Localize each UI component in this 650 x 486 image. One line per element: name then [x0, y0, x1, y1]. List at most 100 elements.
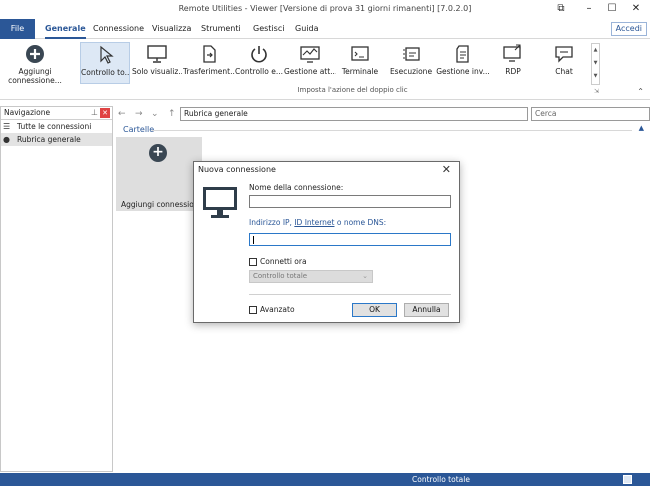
status-panel-icon[interactable] — [623, 475, 632, 484]
add-connection-tile[interactable]: + Aggiungi connessione... — [116, 137, 210, 211]
mode-chat[interactable]: Chat — [544, 42, 584, 84]
mode-label: Chat — [555, 67, 573, 76]
section-divider — [152, 130, 632, 131]
connect-now-label: Connetti ora — [260, 257, 307, 266]
mode-power-control[interactable]: Controllo e... — [235, 42, 283, 84]
nav-item-address-book[interactable]: ● Rubrica generale — [1, 133, 112, 146]
minimize-button[interactable]: – — [577, 2, 601, 16]
cancel-button[interactable]: Annulla — [404, 303, 449, 317]
tab-strumenti[interactable]: Strumenti — [201, 19, 241, 39]
restore-icon[interactable]: ⧉ — [549, 2, 573, 16]
file-menu[interactable]: File — [0, 19, 35, 39]
navigation-header: Navigazione ⊥ ✕ — [1, 107, 112, 120]
address-bar: ← → ⌄ ↑ Rubrica generale — [118, 107, 528, 122]
address-book-icon: ● — [3, 135, 10, 144]
mode-label: Gestione inv... — [436, 67, 490, 76]
mode-label: RDP — [505, 67, 521, 76]
collapse-section-icon[interactable]: ▲ — [639, 124, 644, 132]
file-transfer-icon — [203, 45, 216, 63]
up-arrow-icon[interactable]: ↑ — [168, 107, 176, 122]
connection-mode-select: Controllo totale ⌄ — [249, 270, 373, 283]
nav-item-all-connections[interactable]: ☰ Tutte le connessioni — [1, 120, 112, 133]
tab-gestisci[interactable]: Gestisci — [253, 19, 284, 39]
ribbon-gallery-scroll[interactable]: ▲ ▼ ▼ — [591, 43, 600, 85]
forward-arrow-icon[interactable]: → — [135, 107, 143, 122]
collapse-ribbon-icon[interactable]: ⌃ — [637, 87, 644, 96]
add-connection-label: Aggiungi connessione... — [8, 67, 62, 85]
close-icon[interactable]: ✕ — [442, 163, 451, 176]
terminal-icon — [351, 46, 369, 61]
status-bar: Controllo totale — [0, 473, 650, 486]
mode-full-control[interactable]: Controllo to... — [80, 42, 130, 84]
address-label-text: o nome DNS: — [334, 218, 387, 227]
rdp-icon — [503, 44, 521, 62]
mode-file-transfer[interactable]: Trasferiment... — [183, 42, 235, 84]
history-dropdown-icon[interactable]: ⌄ — [151, 107, 159, 122]
navigation-pane: Navigazione ⊥ ✕ ☰ Tutte le connessioni ●… — [0, 106, 113, 472]
power-icon — [251, 46, 267, 63]
chat-icon — [555, 46, 573, 63]
dialog-divider — [249, 294, 451, 295]
new-connection-dialog: Nuova connessione ✕ Nome della connessio… — [193, 161, 460, 323]
chevron-down-icon: ⌄ — [362, 272, 368, 280]
execute-icon — [403, 47, 420, 61]
address-label: Indirizzo IP, ID Internet o nome DNS: — [249, 218, 386, 227]
ribbon-group-label: Imposta l'azione del doppio clic — [297, 86, 408, 94]
back-arrow-icon[interactable]: ← — [118, 107, 126, 122]
section-title: Cartelle — [123, 125, 155, 134]
advanced-checkbox[interactable] — [249, 306, 257, 314]
computer-icon — [203, 187, 237, 218]
internet-id-link[interactable]: ID Internet — [294, 218, 334, 227]
connect-now-checkbox[interactable] — [249, 258, 257, 266]
search-input[interactable]: Cerca — [531, 107, 650, 121]
scroll-down-icon[interactable]: ▼ — [592, 57, 599, 70]
inventory-icon — [456, 45, 469, 63]
nav-item-label: Rubrica generale — [17, 135, 81, 144]
scroll-up-icon[interactable]: ▲ — [592, 44, 599, 57]
add-circle-icon: + — [149, 144, 167, 162]
connection-name-label: Nome della connessione: — [249, 183, 344, 192]
mode-label: Solo visualiz... — [132, 67, 182, 76]
breadcrumb[interactable]: Rubrica generale — [180, 107, 528, 121]
mode-task-manager[interactable]: Gestione att... — [284, 42, 336, 84]
tab-generale[interactable]: Generale — [45, 19, 86, 39]
advanced-label: Avanzato — [260, 305, 295, 314]
monitor-icon — [147, 45, 167, 63]
title-bar: Remote Utilities - Viewer [Versione di p… — [0, 0, 650, 18]
status-mode: Controllo totale — [412, 475, 470, 484]
navigation-title: Navigazione — [4, 108, 51, 117]
tab-connessione[interactable]: Connessione — [93, 19, 144, 39]
group-dialog-launcher-icon[interactable]: ⇲ — [594, 88, 599, 95]
add-connection-button[interactable]: Aggiungi connessione... — [4, 42, 66, 85]
pin-icon[interactable]: ⊥ — [91, 107, 98, 119]
text-cursor — [253, 236, 254, 244]
close-button[interactable]: ✕ — [624, 2, 648, 16]
expand-gallery-icon[interactable]: ▼ — [592, 70, 599, 83]
mode-inventory[interactable]: Gestione inv... — [436, 42, 490, 84]
mode-rdp[interactable]: RDP — [494, 42, 532, 84]
mode-label: Trasferiment... — [183, 67, 235, 76]
mode-label: Gestione att... — [284, 67, 336, 76]
nav-item-label: Tutte le connessioni — [17, 122, 92, 131]
tab-visualizza[interactable]: Visualizza — [152, 19, 191, 39]
mode-label: Controllo to... — [81, 68, 129, 77]
tab-guida[interactable]: Guida — [295, 19, 318, 39]
address-label-text: Indirizzo IP, — [249, 218, 295, 227]
cursor-icon — [100, 45, 114, 64]
sign-in-button[interactable]: Accedi — [610, 22, 647, 36]
ribbon: Aggiungi connessione... Controllo to... … — [0, 40, 650, 100]
mode-label: Terminale — [341, 67, 379, 76]
mode-terminal[interactable]: Terminale — [338, 42, 382, 84]
ok-button[interactable]: OK — [352, 303, 397, 317]
connection-name-input[interactable] — [249, 195, 451, 208]
list-icon: ☰ — [3, 122, 11, 131]
menu-bar: File Generale Connessione Visualizza Str… — [0, 19, 650, 39]
mode-execute[interactable]: Esecuzione — [388, 42, 434, 84]
address-input[interactable] — [249, 233, 451, 246]
maximize-button[interactable]: ☐ — [600, 2, 624, 16]
close-pane-icon[interactable]: ✕ — [100, 108, 110, 118]
mode-view-only[interactable]: Solo visualiz... — [132, 42, 182, 84]
add-circle-icon — [26, 45, 44, 63]
selected-mode: Controllo totale — [253, 272, 308, 280]
task-manager-icon — [300, 46, 320, 63]
